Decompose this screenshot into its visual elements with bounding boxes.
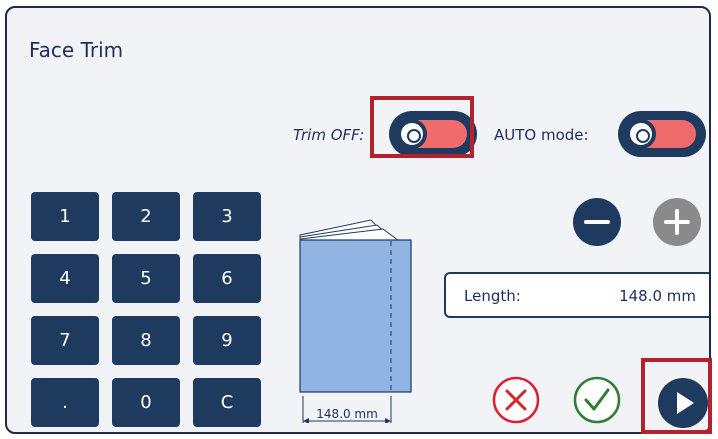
keypad-key-decimal[interactable]: . bbox=[31, 378, 99, 427]
keypad-key-9[interactable]: 9 bbox=[193, 316, 261, 365]
minus-icon bbox=[584, 220, 610, 224]
auto-mode-toggle[interactable] bbox=[618, 111, 706, 157]
trim-toggle-label: Trim OFF: bbox=[293, 126, 365, 144]
keypad-key-2[interactable]: 2 bbox=[112, 192, 180, 241]
page-title: Face Trim bbox=[29, 38, 124, 62]
keypad-key-6[interactable]: 6 bbox=[193, 254, 261, 303]
keypad-key-7[interactable]: 7 bbox=[31, 316, 99, 365]
keypad-key-0[interactable]: 0 bbox=[112, 378, 180, 427]
auto-mode-toggle-label: AUTO mode: bbox=[494, 126, 589, 144]
length-label: Length: bbox=[464, 287, 521, 305]
play-icon bbox=[677, 392, 694, 414]
book-width-label: 148.0 mm bbox=[316, 407, 378, 421]
cancel-button[interactable] bbox=[491, 375, 541, 425]
plus-icon-vertical bbox=[675, 209, 679, 235]
toggle-knob bbox=[626, 119, 656, 149]
keypad-key-8[interactable]: 8 bbox=[112, 316, 180, 365]
keypad-key-3[interactable]: 3 bbox=[193, 192, 261, 241]
trim-toggle[interactable] bbox=[389, 111, 477, 157]
run-button[interactable] bbox=[658, 378, 708, 428]
keypad-key-1[interactable]: 1 bbox=[31, 192, 99, 241]
book-illustration bbox=[299, 219, 412, 423]
length-value: 148.0 mm bbox=[619, 287, 696, 305]
check-circle-icon bbox=[573, 376, 621, 424]
increase-length-button[interactable] bbox=[653, 198, 701, 246]
face-trim-panel: Face Trim Trim OFF: AUTO mode: 1 2 3 4 5… bbox=[5, 6, 711, 434]
length-field[interactable]: Length: 148.0 mm bbox=[444, 272, 709, 318]
keypad-key-5[interactable]: 5 bbox=[112, 254, 180, 303]
keypad-key-4[interactable]: 4 bbox=[31, 254, 99, 303]
keypad-key-clear[interactable]: C bbox=[193, 378, 261, 427]
toggle-knob bbox=[397, 119, 427, 149]
x-circle-icon bbox=[492, 376, 540, 424]
decrease-length-button[interactable] bbox=[573, 198, 621, 246]
confirm-button[interactable] bbox=[572, 375, 622, 425]
